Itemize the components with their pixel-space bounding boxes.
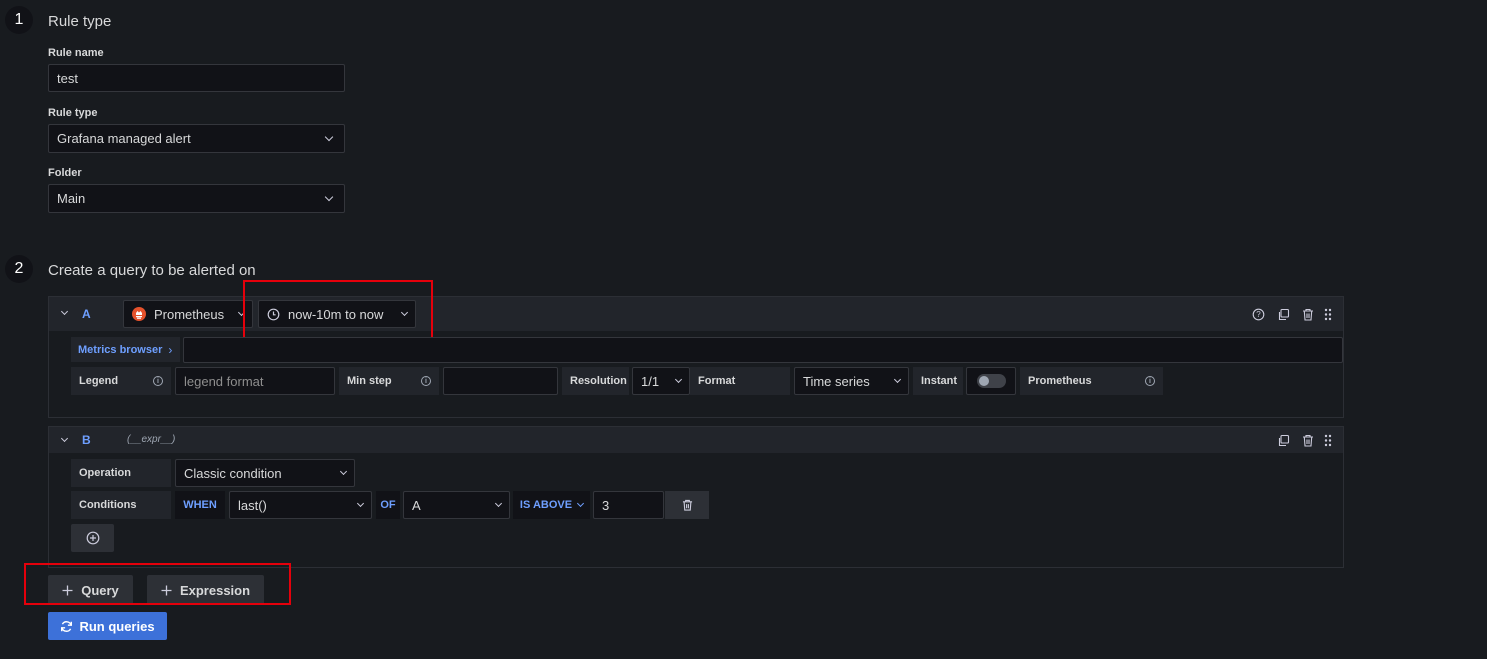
sync-icon <box>61 620 73 632</box>
instant-label-cell: Instant <box>913 367 963 395</box>
format-label: Format <box>698 375 736 387</box>
instant-label: Instant <box>921 375 958 387</box>
remove-condition-trash-icon[interactable] <box>665 491 709 519</box>
chevron-down-icon <box>356 499 365 508</box>
evaluator-select[interactable]: IS ABOVE <box>513 491 590 519</box>
metrics-browser-button[interactable]: Metrics browser › <box>71 337 180 362</box>
format-value: Time series <box>803 373 870 389</box>
instant-toggle-container <box>966 367 1016 395</box>
query-b-subtitle: (__expr__) <box>127 434 176 445</box>
min-step-input[interactable] <box>443 367 558 395</box>
operation-select[interactable]: Classic condition <box>175 459 355 487</box>
info-circle-icon[interactable]: i <box>421 376 431 386</box>
rule-name-value: test <box>57 70 78 86</box>
chevron-down-icon <box>324 192 334 202</box>
evaluator-value: IS ABOVE <box>519 499 573 511</box>
duplicate-query-copy-icon[interactable] <box>1276 307 1290 321</box>
resolution-label: Resolution <box>570 375 627 387</box>
remove-query-trash-icon[interactable] <box>1301 307 1315 321</box>
format-label-cell: Format <box>690 367 790 395</box>
of-keyword: OF <box>376 491 400 519</box>
folder-select[interactable]: Main <box>48 184 345 213</box>
rule-type-label: Rule type <box>48 107 98 119</box>
folder-value: Main <box>57 191 86 206</box>
of-query-value: A <box>412 497 421 513</box>
drag-handle-icon[interactable] <box>1322 432 1334 448</box>
drag-handle-icon[interactable] <box>1322 306 1334 322</box>
chevron-down-icon <box>674 375 683 384</box>
datasource-type-cell: Prometheus i <box>1020 367 1163 395</box>
query-a-ref[interactable]: A <box>82 307 91 321</box>
legend-label: Legend <box>79 375 119 387</box>
duplicate-expression-copy-icon[interactable] <box>1276 433 1290 447</box>
threshold-input[interactable]: 3 <box>593 491 664 519</box>
min-step-label: Min step <box>347 375 392 387</box>
of-query-select[interactable]: A <box>403 491 510 519</box>
chevron-down-icon <box>494 499 503 508</box>
conditions-label-cell: Conditions <box>71 491 171 519</box>
when-keyword: WHEN <box>175 491 225 519</box>
add-condition-plus-circle-icon[interactable] <box>71 524 114 552</box>
info-circle-icon[interactable]: i <box>1145 376 1155 386</box>
format-select[interactable]: Time series <box>794 367 909 395</box>
remove-expression-trash-icon[interactable] <box>1301 433 1315 447</box>
prometheus-logo-icon <box>132 307 146 321</box>
collapse-query-b-chevron-down-icon[interactable] <box>58 433 70 447</box>
datasource-type-label: Prometheus <box>1028 375 1092 387</box>
promql-query-input[interactable] <box>183 337 1343 363</box>
info-circle-icon[interactable]: i <box>153 376 163 386</box>
min-step-label-cell: Min step i <box>339 367 439 395</box>
folder-label: Folder <box>48 167 82 179</box>
reducer-select[interactable]: last() <box>229 491 372 519</box>
step-2-number: 2 <box>5 255 33 283</box>
rule-name-input[interactable]: test <box>48 64 345 92</box>
run-queries-button[interactable]: Run queries <box>48 612 167 640</box>
chevron-down-icon <box>577 499 585 508</box>
rule-name-label: Rule name <box>48 47 104 59</box>
metrics-browser-label: Metrics browser <box>78 343 163 356</box>
datasource-picker[interactable]: Prometheus <box>123 300 253 328</box>
chevron-down-icon <box>324 132 334 142</box>
help-question-circle-icon[interactable]: ? <box>1251 307 1265 321</box>
operation-label-cell: Operation <box>71 459 171 487</box>
chevron-down-icon <box>339 467 348 476</box>
operation-value: Classic condition <box>184 465 282 481</box>
resolution-label-cell: Resolution <box>562 367 629 395</box>
query-b-header <box>49 427 1343 453</box>
instant-toggle[interactable] <box>976 374 1006 388</box>
reducer-value: last() <box>238 497 267 513</box>
rule-type-select[interactable]: Grafana managed alert <box>48 124 345 153</box>
conditions-label: Conditions <box>79 499 137 511</box>
step-1-number: 1 <box>5 6 33 34</box>
chevron-right-icon: › <box>168 342 173 357</box>
step-2-title: Create a query to be alerted on <box>48 262 256 279</box>
highlight-box-time-range <box>243 280 433 341</box>
legend-label-cell: Legend i <box>71 367 171 395</box>
threshold-value: 3 <box>602 497 610 513</box>
legend-input[interactable]: legend format <box>175 367 335 395</box>
highlight-box-add-buttons <box>24 563 291 605</box>
step-1-title: Rule type <box>48 13 112 30</box>
legend-placeholder: legend format <box>184 373 264 389</box>
chevron-down-icon <box>893 375 902 384</box>
svg-text:?: ? <box>1256 310 1261 319</box>
rule-type-value: Grafana managed alert <box>57 131 191 146</box>
resolution-select[interactable]: 1/1 <box>632 367 690 395</box>
query-b-ref[interactable]: B <box>82 433 91 447</box>
collapse-query-a-chevron-down-icon[interactable] <box>58 306 70 320</box>
datasource-name: Prometheus <box>154 306 225 322</box>
operation-label: Operation <box>79 467 131 479</box>
run-queries-label: Run queries <box>79 618 155 634</box>
resolution-value: 1/1 <box>641 373 660 389</box>
